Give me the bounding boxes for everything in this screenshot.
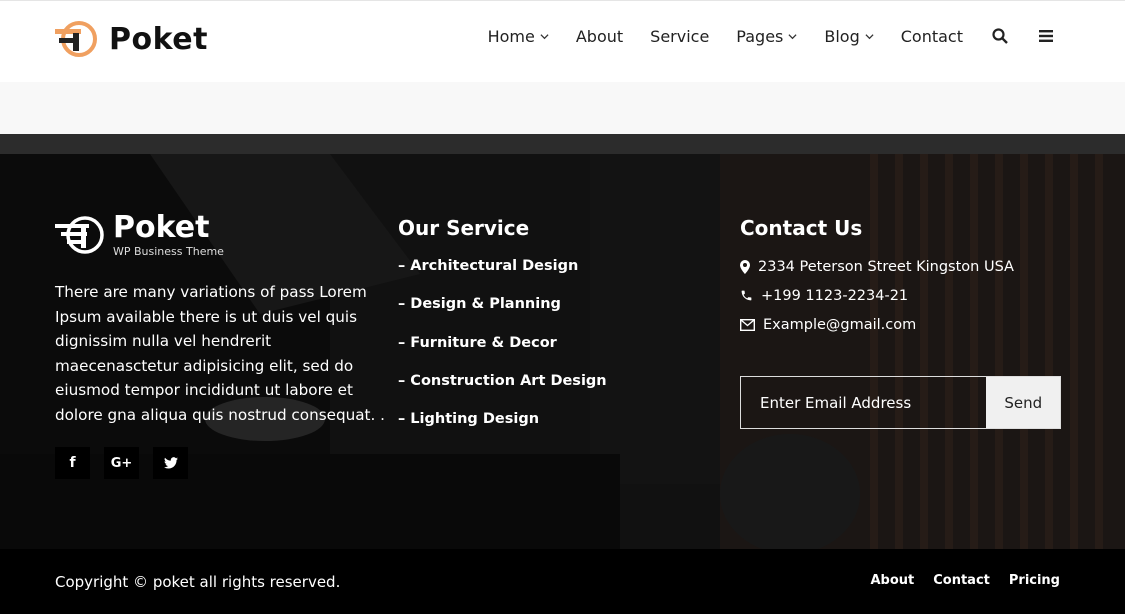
nav-blog[interactable]: Blog (824, 26, 874, 46)
content-band (0, 82, 1125, 134)
map-marker-icon (740, 259, 758, 274)
phone-line: +199 1123-2234-21 (740, 281, 1070, 310)
services-heading: Our Service (398, 216, 530, 240)
nav-service[interactable]: Service (650, 27, 709, 46)
site-header: Poket Home About Service Pages Blog Cont… (0, 0, 1125, 82)
nav-pages[interactable]: Pages (736, 27, 797, 46)
email-text: Example@gmail.com (763, 316, 917, 333)
footer-contact-column: Contact Us 2334 Peterson Street Kingston… (740, 216, 1070, 429)
main-nav: Home About Service Pages Blog Contact (461, 1, 1055, 71)
email-line: Example@gmail.com (740, 310, 1070, 339)
chevron-down-icon (865, 33, 874, 39)
footer-services-column: Our Service – Architectural Design – Des… (398, 216, 698, 449)
subscribe-form: Send (740, 376, 1061, 429)
chevron-down-icon (788, 33, 797, 39)
nav-service-label: Service (650, 26, 710, 46)
twitter-icon[interactable] (153, 447, 188, 479)
brand-logo[interactable]: Poket (55, 19, 208, 59)
menu-icon[interactable] (1037, 27, 1055, 45)
footer-bottom-links: About Contact Pricing (851, 573, 1060, 588)
footer-link-about[interactable]: About (870, 573, 914, 588)
social-links: f G+ (55, 447, 385, 479)
footer-link-pricing[interactable]: Pricing (1009, 573, 1060, 588)
footer-about-column: Poket WP Business Theme There are many v… (55, 212, 385, 479)
nav-contact[interactable]: Contact (901, 27, 963, 46)
footer-about-text: There are many variations of pass Lorem … (55, 283, 385, 424)
nav-home-label: Home (487, 26, 535, 46)
send-button[interactable]: Send (986, 377, 1060, 428)
subscribe-email-input[interactable] (741, 377, 987, 428)
nav-contact-label: Contact (900, 26, 963, 46)
chevron-down-icon (540, 33, 549, 39)
contact-heading: Contact Us (740, 216, 863, 240)
service-link[interactable]: – Architectural Design (398, 258, 698, 296)
nav-blog-label: Blog (824, 26, 860, 46)
footer-brand-tagline: WP Business Theme (113, 244, 224, 258)
google-plus-icon[interactable]: G+ (104, 447, 139, 479)
logo-mark-icon (55, 21, 97, 57)
footer-brand-name: Poket (113, 209, 210, 245)
contact-list: 2334 Peterson Street Kingston USA +199 1… (740, 252, 1070, 339)
service-link[interactable]: – Lighting Design (398, 411, 698, 449)
phone-text: +199 1123-2234-21 (761, 287, 909, 304)
logo-mark-icon (55, 216, 104, 254)
service-link[interactable]: – Furniture & Decor (398, 335, 698, 373)
facebook-icon[interactable]: f (55, 447, 90, 479)
copyright-text: Copyright © poket all rights reserved. (55, 573, 341, 591)
nav-pages-label: Pages (736, 26, 784, 46)
phone-icon (740, 289, 761, 302)
envelope-icon (740, 318, 763, 331)
footer-top-strip (0, 134, 1125, 154)
nav-home[interactable]: Home (488, 27, 549, 46)
service-link[interactable]: – Construction Art Design (398, 373, 698, 411)
search-icon[interactable] (991, 27, 1009, 45)
site-footer: Poket WP Business Theme There are many v… (0, 154, 1125, 549)
footer-bottom-bar: Copyright © poket all rights reserved. A… (0, 549, 1125, 614)
footer-logo[interactable]: Poket WP Business Theme (55, 212, 385, 258)
service-link[interactable]: – Design & Planning (398, 296, 698, 334)
address-line: 2334 Peterson Street Kingston USA (740, 252, 1070, 281)
address-text: 2334 Peterson Street Kingston USA (758, 258, 1014, 275)
services-list: – Architectural Design – Design & Planni… (398, 258, 698, 449)
nav-about-label: About (575, 26, 624, 46)
brand-name: Poket (109, 21, 208, 57)
footer-link-contact[interactable]: Contact (933, 573, 990, 588)
nav-about[interactable]: About (576, 27, 623, 46)
